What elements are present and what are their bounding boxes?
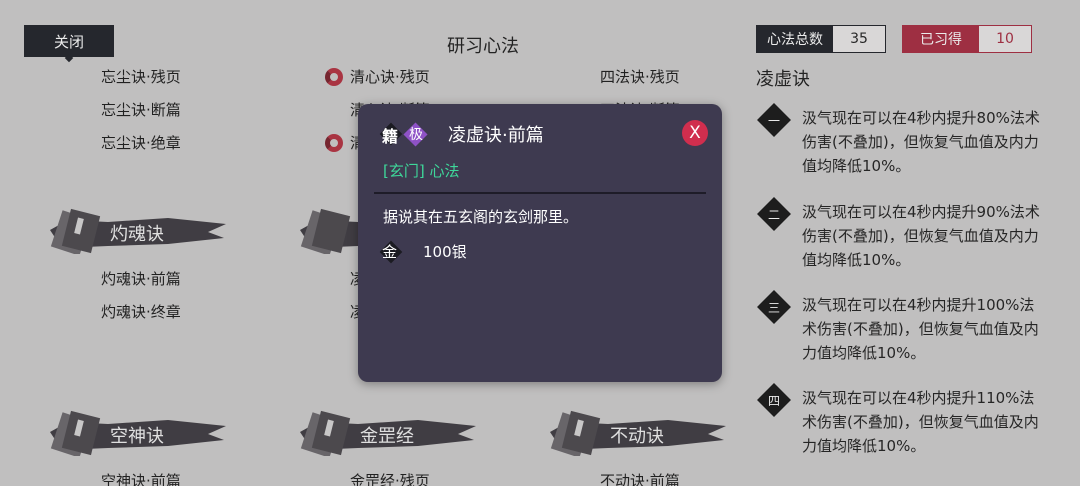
item-category: [玄门] 心法 [383,162,460,180]
divider [374,192,706,194]
item-description: 据说其在五玄阁的玄剑那里。 [383,208,579,226]
book-tag: 籍 [382,127,399,146]
rank-badge: 极 [409,127,423,143]
item-tooltip-popup: 籍 极 凌虚诀·前篇 X [玄门] 心法 据说其在五玄阁的玄剑那里。 金 100… [358,104,722,382]
item-price: 100银 [423,243,467,261]
item-name: 凌虚诀·前篇 [448,125,544,146]
gold-icon-label: 金 [382,243,398,261]
popup-close-button[interactable]: X [682,120,708,146]
